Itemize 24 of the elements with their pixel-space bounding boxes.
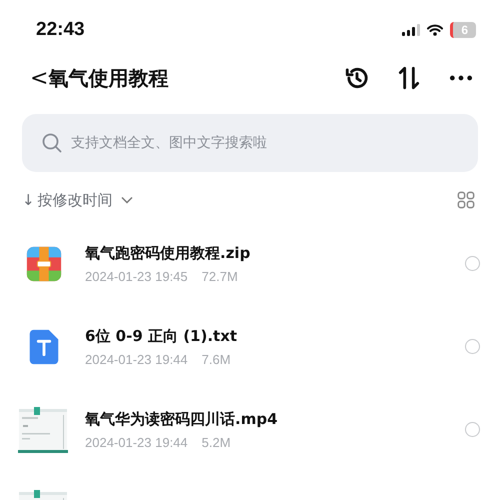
signal-icon [402,24,420,36]
archive-icon [25,244,63,282]
wifi-icon [427,24,444,36]
chevron-down-icon [120,196,133,204]
file-size: 5.2M [202,434,231,450]
file-date: 2024-01-23 19:44 [85,434,188,450]
page-title: 氧气使用教程 [48,64,168,92]
file-name[interactable]: 氧气华为读密码四川话.mp4 [85,410,465,428]
history-icon[interactable] [344,65,370,91]
search-field[interactable]: 支持文档全文、图中文字搜索啦 [22,114,478,172]
file-date: 2024-01-23 19:44 [85,352,188,366]
file-size: 72.7M [202,268,238,284]
select-radio[interactable] [465,256,480,271]
grid-view-icon[interactable] [457,191,475,209]
file-name[interactable]: 6位 0-9 正向 (1).txt [85,326,465,346]
clock-time: 22:43 [36,19,85,41]
select-radio[interactable] [465,339,480,354]
sort-dropdown[interactable]: ↓ 按修改时间 [22,190,133,210]
back-button[interactable]: < [30,66,48,90]
select-radio[interactable] [465,422,480,437]
file-size: 7.6M [202,352,231,366]
file-name[interactable]: 氧气跑密码使用教程.zip [85,244,465,262]
file-date: 2024-01-23 19:45 [85,268,188,284]
sort-icon[interactable] [396,65,422,91]
